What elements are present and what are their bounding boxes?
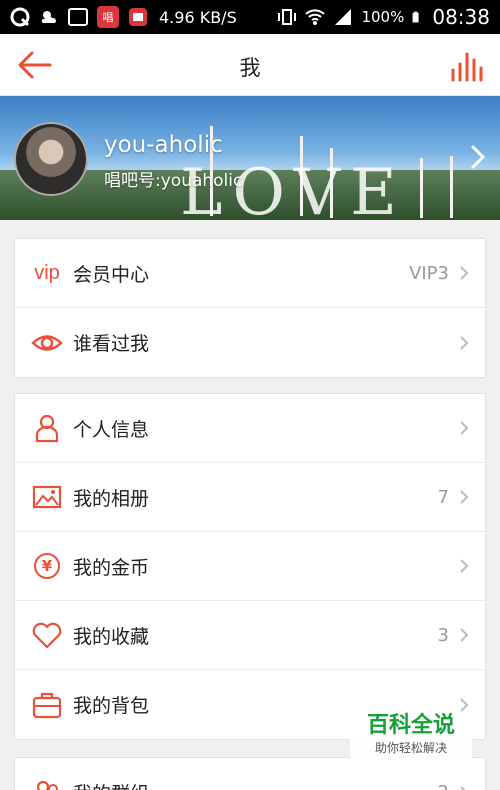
- vip-icon: vip: [34, 261, 60, 284]
- username: you-aholic: [104, 132, 223, 158]
- wind-turbine-image: [450, 156, 453, 218]
- favorites-count: 3: [437, 624, 449, 646]
- menu-group-personal: 个人信息 我的相册 7 ¥ 我的金币 我的收藏 3 我的背包: [14, 393, 486, 740]
- chevron-right-icon: [460, 559, 469, 573]
- battery-percent: 100%: [361, 8, 405, 26]
- chevron-right-icon: [460, 697, 469, 712]
- groups-count: 2: [438, 782, 449, 790]
- menu-item-label: 我的群组: [73, 779, 149, 790]
- gallery-icon: [68, 8, 88, 26]
- coin-symbol: ¥: [34, 553, 60, 579]
- menu-item-favorites[interactable]: 我的收藏 3: [15, 601, 485, 670]
- chevron-right-icon: [460, 785, 466, 790]
- menu-item-gold-coins[interactable]: ¥ 我的金币: [15, 532, 485, 601]
- chevron-right-icon: [460, 421, 469, 435]
- menu-item-label: 谁看过我: [73, 333, 150, 355]
- wifi-icon: [305, 9, 326, 25]
- menu-item-visitors[interactable]: 谁看过我: [15, 308, 485, 377]
- signal-icon: [335, 9, 352, 25]
- eye-icon: [31, 334, 63, 351]
- chevron-right-icon: [460, 335, 469, 350]
- person-icon: [35, 414, 59, 443]
- menu-item-label: 我的背包: [73, 695, 150, 717]
- menu-item-label: 会员中心: [73, 263, 150, 286]
- equalizer-icon[interactable]: [450, 50, 484, 82]
- photo-album-icon: [32, 485, 62, 509]
- vip-level: VIP3: [409, 262, 449, 284]
- chevron-right-icon: [460, 628, 469, 642]
- wind-turbine-image: [420, 158, 423, 218]
- profile-banner[interactable]: LOVE you-aholic 唱吧号:youaholic: [0, 96, 500, 220]
- user-id: 唱吧号:youaholic: [104, 171, 243, 191]
- menu-item-groups[interactable]: 我的群组 2: [15, 758, 485, 790]
- status-bar: 唱 4.96 KB/S 100% 08:38: [0, 0, 500, 34]
- album-count: 7: [437, 486, 449, 508]
- menu-group-membership: vip 会员中心 VIP3 谁看过我: [14, 238, 486, 378]
- changba-app-icon: 唱: [97, 6, 119, 28]
- title-bar: 我: [0, 34, 500, 96]
- menu-item-label: 我的收藏: [73, 625, 150, 648]
- battery-icon: [412, 11, 419, 23]
- chevron-right-icon: [460, 490, 469, 504]
- chevron-right-icon: [471, 145, 486, 169]
- menu-group-social: 我的群组 2: [14, 757, 486, 790]
- coin-icon: ¥: [31, 551, 63, 581]
- page-title: 我: [239, 56, 261, 80]
- chevron-right-icon: [460, 266, 469, 280]
- menu-item-label: 个人信息: [73, 418, 150, 441]
- group-icon: [36, 780, 58, 790]
- avatar[interactable]: [14, 122, 88, 196]
- backpack-icon: [32, 692, 62, 718]
- menu-item-profile-info[interactable]: 个人信息: [15, 394, 485, 463]
- app-q-icon: [10, 7, 30, 27]
- network-speed: 4.96 KB/S: [159, 7, 237, 27]
- heart-icon: [32, 622, 62, 649]
- vibrate-icon: [278, 9, 297, 25]
- menu-item-label: 我的金币: [73, 556, 150, 579]
- watermark-title: 百科全说: [366, 713, 455, 738]
- watermark: 百科全说 助你轻松解决: [350, 712, 472, 760]
- watermark-subtitle: 助你轻松解决: [374, 741, 447, 755]
- store-icon: [129, 8, 147, 26]
- clock: 08:38: [432, 5, 490, 29]
- menu-item-label: 我的相册: [73, 487, 150, 510]
- menu-item-vip-center[interactable]: vip 会员中心 VIP3: [15, 239, 485, 308]
- weather-icon: [41, 11, 56, 23]
- menu-item-photo-album[interactable]: 我的相册 7: [15, 463, 485, 532]
